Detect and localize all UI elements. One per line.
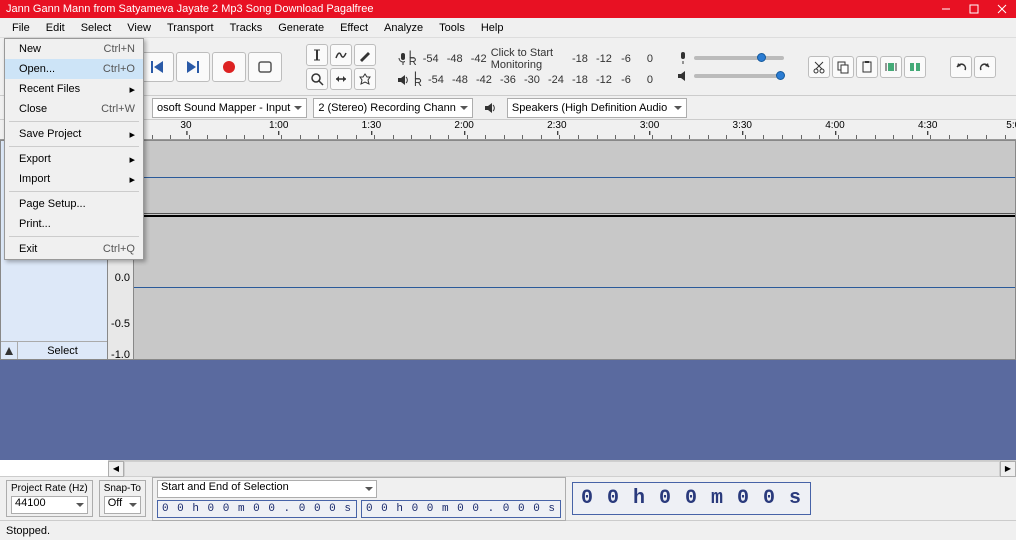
edit-group: [804, 56, 930, 78]
silence-button[interactable]: [904, 56, 926, 78]
close-button[interactable]: [988, 0, 1016, 18]
record-volume-slider[interactable]: [676, 51, 784, 65]
file-menu-dropdown: NewCtrl+NOpen...Ctrl+ORecent Files▸Close…: [4, 38, 144, 260]
menu-analyze[interactable]: Analyze: [376, 20, 431, 36]
snap-to-select[interactable]: Off: [104, 496, 141, 514]
timeline-mark: 3:30: [733, 120, 752, 131]
file-menu-print-[interactable]: Print...: [5, 214, 143, 234]
status-text: Stopped.: [6, 525, 50, 537]
meters-group: LR -54-48-42 Click to Start Monitoring -…: [396, 47, 656, 87]
timeline-mark: 2:30: [547, 120, 566, 131]
timeline-mark: 2:00: [454, 120, 473, 131]
app-title: Jann Gann Mann from Satyameva Jayate 2 M…: [6, 3, 374, 15]
track-select-button[interactable]: Select: [17, 342, 107, 359]
menu-tools[interactable]: Tools: [431, 20, 473, 36]
zoom-tool[interactable]: [306, 68, 328, 90]
minimize-button[interactable]: [932, 0, 960, 18]
maximize-button[interactable]: [960, 0, 988, 18]
audio-position-timecode[interactable]: 0 0 h 0 0 m 0 0 s: [572, 482, 811, 515]
loop-button[interactable]: [248, 52, 282, 82]
audio-host-select[interactable]: osoft Sound Mapper - Input: [152, 98, 307, 118]
toolbar-area: LR -54-48-42 Click to Start Monitoring -…: [0, 38, 1016, 96]
scroll-left-button[interactable]: ◀: [108, 461, 124, 477]
trim-button[interactable]: [880, 56, 902, 78]
project-rate-select[interactable]: 44100: [11, 496, 88, 514]
file-menu-close[interactable]: CloseCtrl+W: [5, 99, 143, 119]
selection-toolbar: Project Rate (Hz) 44100 Snap-To Off Star…: [0, 476, 1016, 520]
speaker-icon: [676, 69, 690, 83]
mic-icon: [676, 51, 690, 65]
empty-track-area: [0, 360, 1016, 460]
file-menu-exit[interactable]: ExitCtrl+Q: [5, 239, 143, 259]
menu-file[interactable]: File: [4, 20, 38, 36]
paste-button[interactable]: [856, 56, 878, 78]
menu-generate[interactable]: Generate: [270, 20, 332, 36]
mic-icon: [396, 52, 405, 66]
waveform-canvas[interactable]: [133, 140, 1016, 360]
scroll-right-button[interactable]: ▶: [1000, 461, 1016, 477]
envelope-tool[interactable]: [330, 44, 352, 66]
rec-meter-channels: LR: [409, 52, 417, 66]
draw-tool[interactable]: [354, 44, 376, 66]
project-rate-label: Project Rate (Hz): [11, 483, 88, 494]
timeline-mark: 1:30: [362, 120, 381, 131]
menu-edit[interactable]: Edit: [38, 20, 73, 36]
track-collapse-icon[interactable]: [1, 347, 17, 355]
menu-view[interactable]: View: [119, 20, 159, 36]
tools-group: [302, 44, 380, 90]
transport-group-2: [136, 52, 286, 82]
selection-mode-select[interactable]: Start and End of Selection: [157, 480, 377, 498]
menu-transport[interactable]: Transport: [159, 20, 222, 36]
timeline-mark: 4:30: [918, 120, 937, 131]
copy-button[interactable]: [832, 56, 854, 78]
redo-button[interactable]: [974, 56, 996, 78]
snap-to-box: Snap-To Off: [99, 480, 146, 517]
speaker-icon: [479, 98, 501, 118]
record-button[interactable]: [212, 52, 246, 82]
recording-channels-select[interactable]: 2 (Stereo) Recording Chann: [313, 98, 473, 118]
selection-box: Start and End of Selection 0 0 h 0 0 m 0…: [152, 477, 566, 521]
project-rate-box: Project Rate (Hz) 44100: [6, 480, 93, 517]
device-toolbar: osoft Sound Mapper - Input 2 (Stereo) Re…: [0, 96, 1016, 120]
snap-to-label: Snap-To: [104, 483, 141, 494]
selection-end-timecode[interactable]: 0 0 h 0 0 m 0 0 . 0 0 0 s: [361, 500, 561, 518]
menu-effect[interactable]: Effect: [332, 20, 376, 36]
timeline-mark: 1:00: [269, 120, 288, 131]
timeshift-tool[interactable]: [330, 68, 352, 90]
menu-help[interactable]: Help: [473, 20, 512, 36]
file-menu-import[interactable]: Import▸: [5, 169, 143, 189]
cut-button[interactable]: [808, 56, 830, 78]
file-menu-page-setup-[interactable]: Page Setup...: [5, 194, 143, 214]
menu-tracks[interactable]: Tracks: [222, 20, 271, 36]
play-meter-channels: LR: [414, 73, 422, 87]
timeline-ruler[interactable]: 30 1:00 1:30 2:00 2:30 3:00 3:30 4:00 4:30 5:00: [133, 120, 1016, 140]
start-monitoring-link[interactable]: Click to Start Monitoring: [491, 47, 564, 71]
skip-end-button[interactable]: [176, 52, 210, 82]
title-bar: Jann Gann Mann from Satyameva Jayate 2 M…: [0, 0, 1016, 18]
status-bar: Stopped.: [0, 520, 1016, 540]
file-menu-save-project[interactable]: Save Project▸: [5, 124, 143, 144]
multi-tool[interactable]: [354, 68, 376, 90]
menu-select[interactable]: Select: [73, 20, 120, 36]
speaker-icon: [396, 73, 410, 87]
timeline-mark: 30: [180, 120, 191, 131]
undo-group: [946, 56, 1000, 78]
file-menu-open-[interactable]: Open...Ctrl+O: [5, 59, 143, 79]
selection-start-timecode[interactable]: 0 0 h 0 0 m 0 0 . 0 0 0 s: [157, 500, 357, 518]
skip-start-button[interactable]: [140, 52, 174, 82]
playback-device-select[interactable]: Speakers (High Definition Audio: [507, 98, 687, 118]
selection-tool[interactable]: [306, 44, 328, 66]
file-menu-export[interactable]: Export▸: [5, 149, 143, 169]
file-menu-recent-files[interactable]: Recent Files▸: [5, 79, 143, 99]
timeline-mark: 4:00: [825, 120, 844, 131]
horizontal-scrollbar[interactable]: ◀ ▶: [108, 460, 1016, 476]
track-area: 32-bit float Select -0.5-1.01.00.50.0-0.…: [0, 140, 1016, 360]
timeline-mark: 5:00: [1006, 120, 1016, 131]
menu-bar: FileEditSelectViewTransportTracksGenerat…: [0, 18, 1016, 38]
timeline-mark: 3:00: [640, 120, 659, 131]
playback-volume-slider[interactable]: [676, 69, 784, 83]
file-menu-new[interactable]: NewCtrl+N: [5, 39, 143, 59]
undo-button[interactable]: [950, 56, 972, 78]
